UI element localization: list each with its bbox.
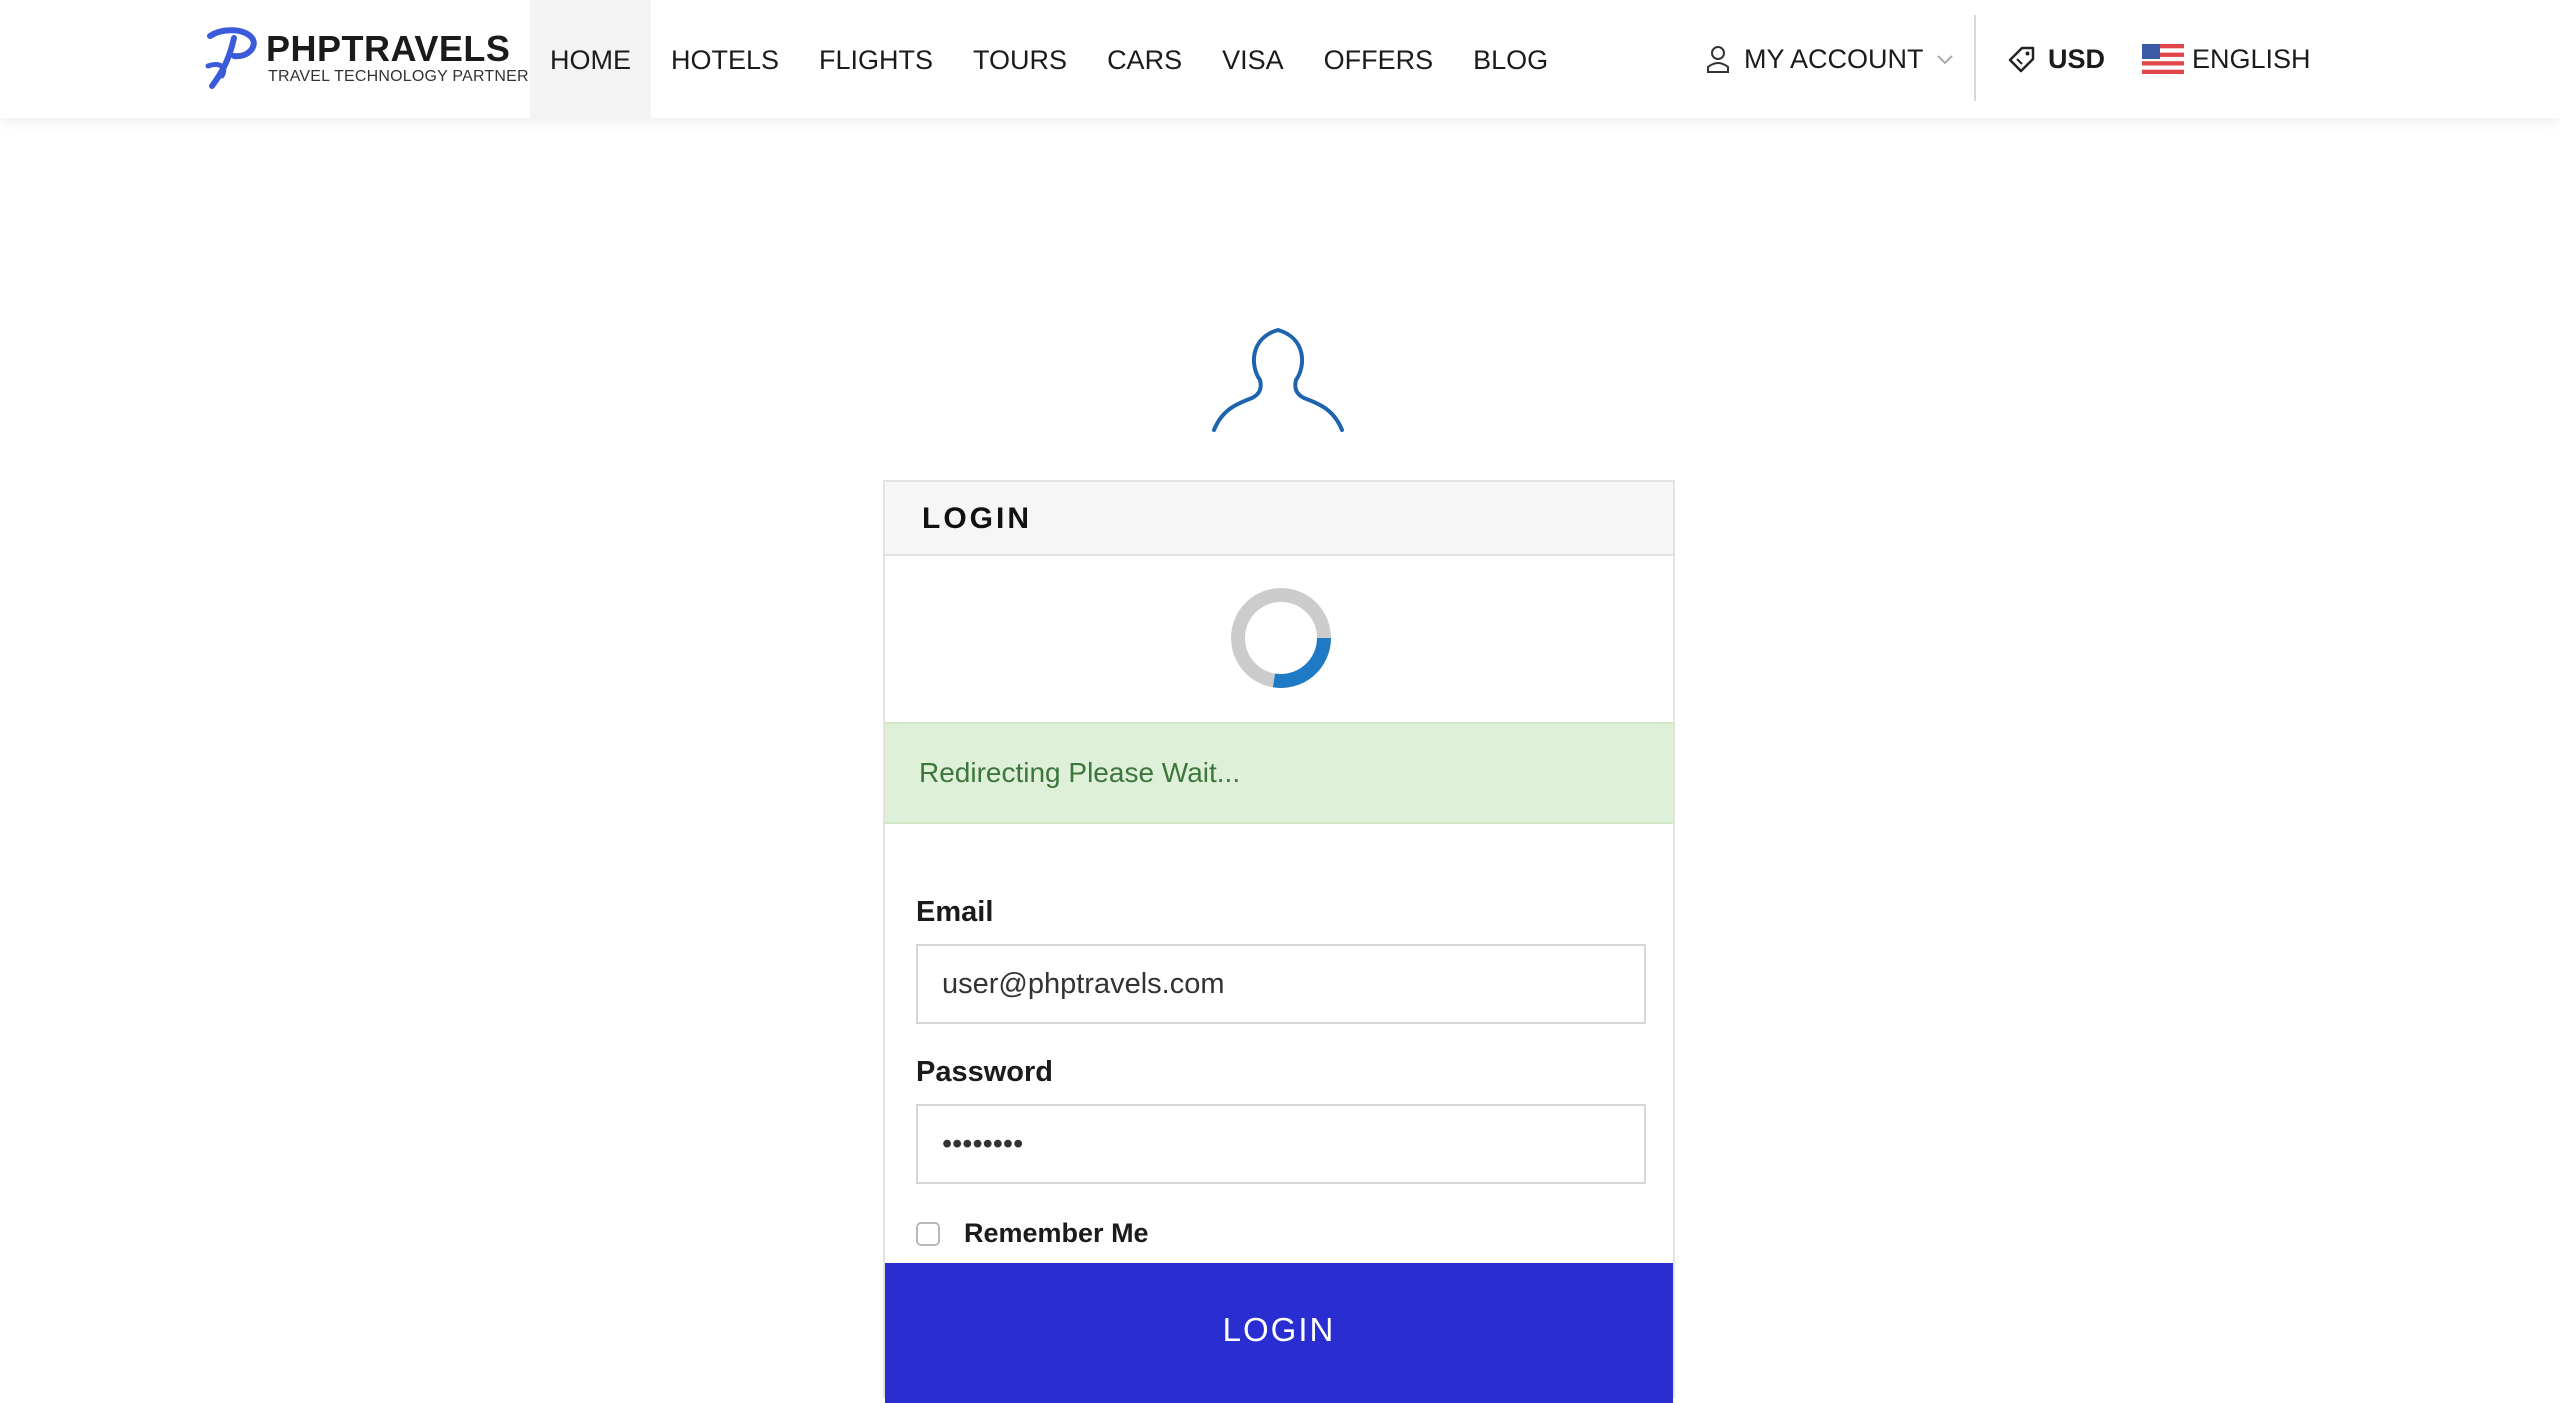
tag-icon bbox=[2008, 46, 2035, 73]
language-selector[interactable]: ENGLISH bbox=[2142, 0, 2311, 118]
remember-me[interactable]: Remember Me bbox=[916, 1218, 1149, 1249]
language-label: ENGLISH bbox=[2192, 43, 2311, 74]
remember-me-label: Remember Me bbox=[964, 1218, 1149, 1248]
nav-item-visa[interactable]: VISA bbox=[1202, 0, 1304, 118]
nav-item-hotels[interactable]: HOTELS bbox=[651, 0, 799, 118]
password-label: Password bbox=[916, 1056, 1053, 1088]
remember-me-checkbox[interactable] bbox=[916, 1221, 940, 1246]
header-divider bbox=[1974, 15, 1976, 101]
my-account-label: MY ACCOUNT bbox=[1744, 43, 1924, 74]
nav-item-flights[interactable]: FLIGHTS bbox=[799, 0, 953, 118]
email-label: Email bbox=[916, 896, 994, 928]
user-icon bbox=[1707, 46, 1729, 73]
currency-label: USD bbox=[2048, 43, 2106, 74]
login-button-label: LOGIN bbox=[1222, 1310, 1336, 1348]
brand-tagline: TRAVEL TECHNOLOGY PARTNER bbox=[268, 68, 529, 85]
login-button[interactable]: LOGIN bbox=[885, 1263, 1673, 1403]
loading-spinner-icon bbox=[1231, 588, 1331, 688]
currency-selector[interactable]: USD bbox=[2008, 0, 2105, 118]
login-panel: LOGIN Redirecting Please Wait... Email P… bbox=[883, 480, 1675, 1403]
us-flag-icon bbox=[2142, 44, 2184, 74]
nav-item-offers[interactable]: OFFERS bbox=[1304, 0, 1454, 118]
brand-logo[interactable]: PHPTRAVELS TRAVEL TECHNOLOGY PARTNER bbox=[204, 26, 529, 92]
phptravels-logo-icon bbox=[205, 27, 257, 89]
my-account-dropdown[interactable]: MY ACCOUNT bbox=[1706, 0, 1954, 118]
password-field[interactable] bbox=[916, 1104, 1646, 1184]
nav-item-blog[interactable]: BLOG bbox=[1453, 0, 1568, 118]
nav-item-tours[interactable]: TOURS bbox=[953, 0, 1087, 118]
top-navbar: PHPTRAVELS TRAVEL TECHNOLOGY PARTNER HOM… bbox=[0, 0, 2560, 118]
nav-item-cars[interactable]: CARS bbox=[1087, 0, 1202, 118]
login-panel-title: LOGIN bbox=[885, 482, 1673, 556]
redirect-alert: Redirecting Please Wait... bbox=[885, 722, 1673, 824]
brand-name: PHPTRAVELS bbox=[266, 28, 511, 69]
user-outline-icon bbox=[1212, 327, 1344, 432]
main-nav: HOME HOTELS FLIGHTS TOURS CARS VISA OFFE… bbox=[530, 0, 1568, 118]
email-field[interactable] bbox=[916, 944, 1646, 1024]
nav-item-home[interactable]: HOME bbox=[530, 0, 651, 118]
chevron-down-icon bbox=[1936, 55, 1953, 65]
